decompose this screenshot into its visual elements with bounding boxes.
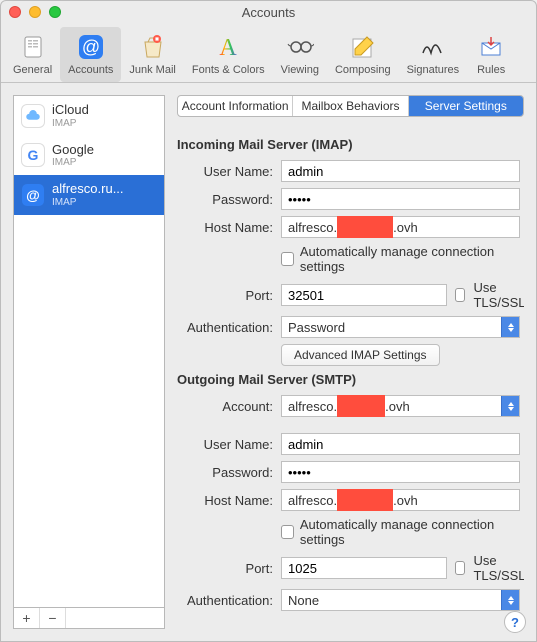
window-title: Accounts xyxy=(1,5,536,20)
viewing-icon xyxy=(284,31,316,63)
content: iCloud IMAP G Google IMAP @ xyxy=(1,83,536,641)
tab-account-info[interactable]: Account Information xyxy=(178,96,293,116)
signatures-icon xyxy=(417,31,449,63)
chevron-updown-icon xyxy=(501,317,519,337)
toolbar-label: Signatures xyxy=(407,64,460,76)
redacted-block xyxy=(337,216,393,238)
label-hostname: Host Name: xyxy=(177,220,273,235)
outgoing-username-input[interactable] xyxy=(281,433,520,455)
rules-icon xyxy=(475,31,507,63)
label-tls: Use TLS/SSL xyxy=(473,553,524,583)
general-icon xyxy=(17,31,49,63)
window-controls xyxy=(9,6,61,18)
zoom-button[interactable] xyxy=(49,6,61,18)
label-port: Port: xyxy=(177,561,273,576)
incoming-tls-checkbox[interactable] xyxy=(455,288,465,302)
tab-mailbox-behaviors[interactable]: Mailbox Behaviors xyxy=(293,96,408,116)
main-panel: Account Information Mailbox Behaviors Se… xyxy=(177,95,524,629)
outgoing-auth-select[interactable]: None xyxy=(281,589,520,611)
toolbar-junk[interactable]: Junk Mail xyxy=(121,27,183,82)
google-icon: G xyxy=(22,144,44,166)
add-account-button[interactable]: + xyxy=(14,608,40,628)
toolbar: General @ Accounts Junk Mail A Fonts & C… xyxy=(1,23,536,83)
window: Accounts General @ Accounts Junk Mail A … xyxy=(0,0,537,642)
label-username: User Name: xyxy=(177,164,273,179)
label-hostname: Host Name: xyxy=(177,493,273,508)
incoming-heading: Incoming Mail Server (IMAP) xyxy=(177,137,520,152)
label-auth: Authentication: xyxy=(177,593,273,608)
outgoing-host-input[interactable]: alfresco..ovh xyxy=(281,489,520,511)
account-row-google[interactable]: G Google IMAP xyxy=(14,136,164,176)
incoming-port-input[interactable] xyxy=(281,284,447,306)
incoming-password-input[interactable] xyxy=(281,188,520,210)
toolbar-label: Junk Mail xyxy=(129,64,175,76)
tabs: Account Information Mailbox Behaviors Se… xyxy=(177,95,524,117)
composing-icon xyxy=(347,31,379,63)
label-username: User Name: xyxy=(177,437,273,452)
toolbar-label: Rules xyxy=(477,64,505,76)
outgoing-auto-checkbox[interactable] xyxy=(281,525,294,539)
sidebar: iCloud IMAP G Google IMAP @ xyxy=(13,95,165,629)
chevron-updown-icon xyxy=(501,396,519,416)
toolbar-label: Viewing xyxy=(281,64,319,76)
label-auto: Automatically manage connection settings xyxy=(300,517,520,547)
label-port: Port: xyxy=(177,288,273,303)
account-row-alfresco[interactable]: @ alfresco.ru... IMAP xyxy=(14,175,164,215)
label-auth: Authentication: xyxy=(177,320,273,335)
toolbar-label: Accounts xyxy=(68,64,113,76)
outgoing-tls-checkbox[interactable] xyxy=(455,561,465,575)
incoming-auth-select[interactable]: Password xyxy=(281,316,520,338)
toolbar-viewing[interactable]: Viewing xyxy=(273,27,327,82)
remove-account-button[interactable]: − xyxy=(40,608,66,628)
account-name: iCloud xyxy=(52,102,89,118)
outgoing-heading: Outgoing Mail Server (SMTP) xyxy=(177,372,520,387)
account-sub: IMAP xyxy=(52,197,124,209)
svg-text:@: @ xyxy=(82,37,100,57)
label-account: Account: xyxy=(177,399,273,414)
close-button[interactable] xyxy=(9,6,21,18)
toolbar-label: Fonts & Colors xyxy=(192,64,265,76)
sidebar-footer: + − xyxy=(13,607,165,629)
account-name: alfresco.ru... xyxy=(52,181,124,197)
outgoing-account-select[interactable]: alfresco..ovh xyxy=(281,395,520,417)
account-row-icloud[interactable]: iCloud IMAP xyxy=(14,96,164,136)
accounts-icon: @ xyxy=(75,31,107,63)
label-password: Password: xyxy=(177,192,273,207)
junk-icon xyxy=(137,31,169,63)
toolbar-fonts[interactable]: A Fonts & Colors xyxy=(184,27,273,82)
toolbar-composing[interactable]: Composing xyxy=(327,27,399,82)
account-sub: IMAP xyxy=(52,157,94,169)
fonts-icon: A xyxy=(212,31,244,63)
incoming-host-input[interactable]: alfresco..ovh xyxy=(281,216,520,238)
label-auto: Automatically manage connection settings xyxy=(300,244,520,274)
titlebar: Accounts xyxy=(1,1,536,23)
account-list[interactable]: iCloud IMAP G Google IMAP @ xyxy=(13,95,165,607)
toolbar-rules[interactable]: Rules xyxy=(467,27,515,82)
outgoing-port-input[interactable] xyxy=(281,557,447,579)
incoming-username-input[interactable] xyxy=(281,160,520,182)
label-tls: Use TLS/SSL xyxy=(473,280,524,310)
icloud-icon xyxy=(22,105,44,127)
account-name: Google xyxy=(52,142,94,158)
redacted-block xyxy=(337,395,385,417)
tab-server-settings[interactable]: Server Settings xyxy=(409,96,523,116)
minimize-button[interactable] xyxy=(29,6,41,18)
server-settings-form: Incoming Mail Server (IMAP) User Name: P… xyxy=(177,131,524,617)
redacted-block xyxy=(337,489,393,511)
help-button[interactable]: ? xyxy=(504,611,526,633)
label-password: Password: xyxy=(177,465,273,480)
outgoing-password-input[interactable] xyxy=(281,461,520,483)
toolbar-signatures[interactable]: Signatures xyxy=(399,27,468,82)
account-sub: IMAP xyxy=(52,118,89,130)
toolbar-general[interactable]: General xyxy=(5,27,60,82)
toolbar-accounts[interactable]: @ Accounts xyxy=(60,27,121,82)
chevron-updown-icon xyxy=(501,590,519,610)
incoming-auto-checkbox[interactable] xyxy=(281,252,294,266)
toolbar-label: Composing xyxy=(335,64,391,76)
toolbar-label: General xyxy=(13,64,52,76)
svg-text:A: A xyxy=(220,35,238,61)
at-icon: @ xyxy=(22,184,44,206)
advanced-imap-button[interactable]: Advanced IMAP Settings xyxy=(281,344,440,366)
